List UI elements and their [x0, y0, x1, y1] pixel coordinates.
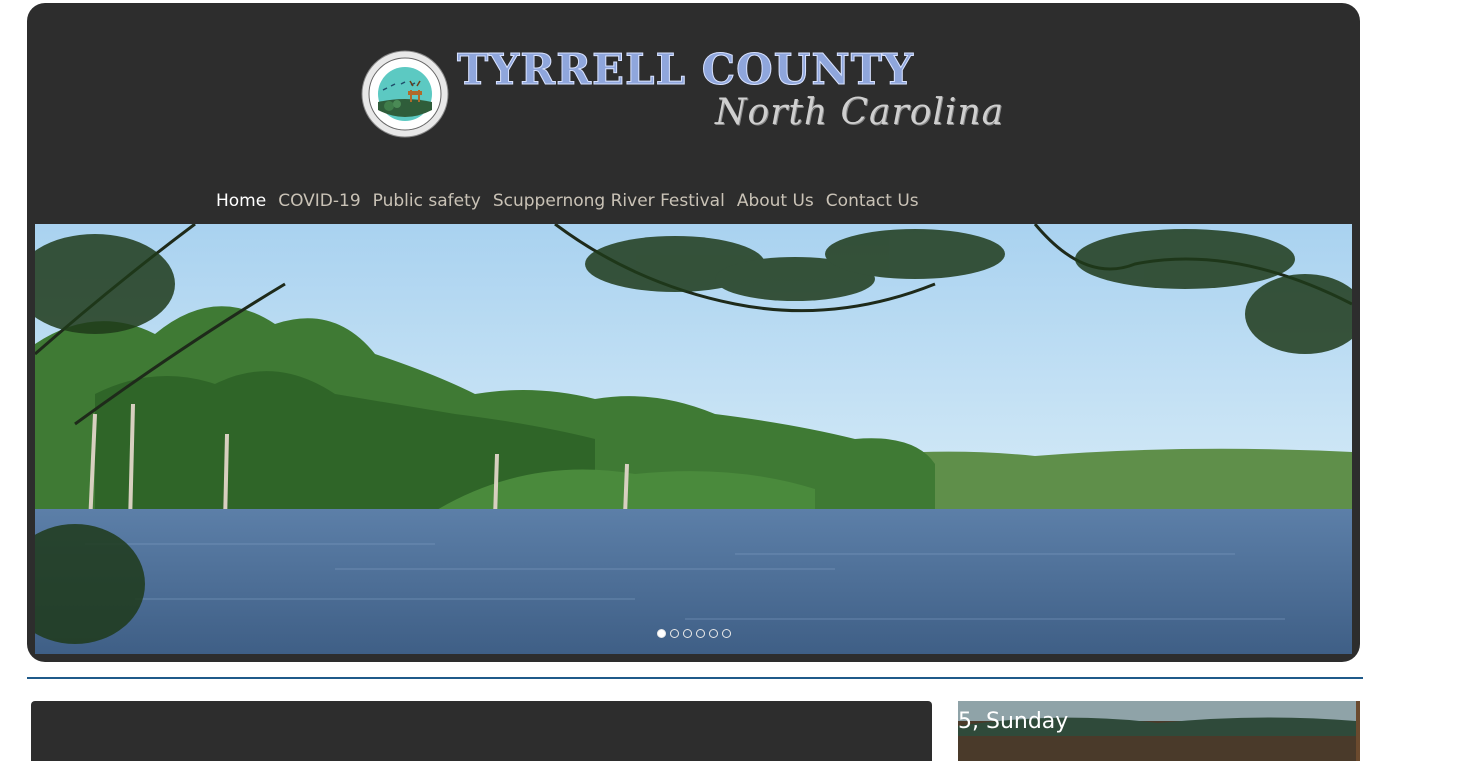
- nav-item-home[interactable]: Home: [216, 191, 266, 211]
- slide-dot-icon[interactable]: [721, 629, 731, 638]
- slide-dot-icon[interactable]: [656, 629, 666, 638]
- slide-dot-icon[interactable]: [695, 629, 705, 638]
- nav-item-river-festival[interactable]: Scuppernong River Festival: [493, 191, 725, 211]
- slide-dot-icon[interactable]: [682, 629, 692, 638]
- hero-image: [35, 224, 1352, 654]
- section-divider: [27, 677, 1363, 679]
- nav-item-covid-19[interactable]: COVID-19: [278, 191, 360, 211]
- sidebar-event-card[interactable]: 5, Sunday: [958, 701, 1356, 761]
- slide-dot-icon[interactable]: [669, 629, 679, 638]
- main-nav: Home COVID-19 Public safety Scuppernong …: [216, 186, 919, 216]
- sidebar-date: 5, Sunday: [958, 709, 1069, 734]
- site-subtitle: North Carolina: [715, 92, 1005, 133]
- nav-item-contact-us[interactable]: Contact Us: [826, 191, 919, 211]
- site-header: TYRRELL COUNTY North Carolina Home COVID…: [27, 3, 1360, 662]
- main-content-panel: [31, 701, 932, 761]
- site-title[interactable]: TYRRELL COUNTY: [457, 45, 997, 95]
- slide-dot-icon[interactable]: [708, 629, 718, 638]
- hero-slideshow[interactable]: [35, 224, 1352, 654]
- nav-item-public-safety[interactable]: Public safety: [373, 191, 481, 211]
- nav-item-about-us[interactable]: About Us: [737, 191, 814, 211]
- county-seal-icon[interactable]: [361, 50, 449, 138]
- slide-dots: [35, 629, 1352, 638]
